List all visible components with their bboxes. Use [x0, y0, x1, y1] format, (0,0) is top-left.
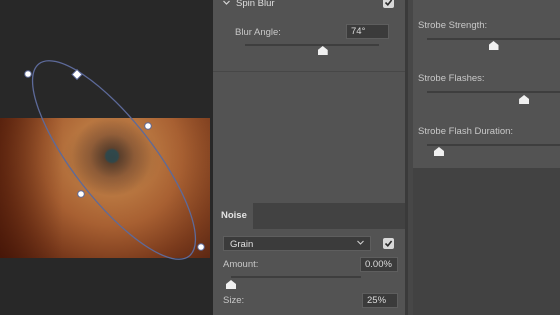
- size-label: Size:: [223, 295, 245, 306]
- strobe-panel: [408, 0, 560, 315]
- strobe-flashes-slider-track[interactable]: [427, 91, 560, 93]
- noise-enable-checkbox[interactable]: [383, 238, 394, 249]
- spin-blur-overlay[interactable]: [0, 0, 213, 315]
- amount-slider-track[interactable]: [231, 276, 361, 278]
- blur-angle-label: Blur Angle:: [235, 27, 281, 38]
- ellipse-handle-top-left[interactable]: [24, 70, 32, 78]
- strobe-flashes-label: Strobe Flashes:: [418, 73, 485, 84]
- blur-angle-field[interactable]: 74°: [346, 24, 389, 39]
- strobe-strength-slider-track[interactable]: [427, 38, 560, 40]
- strobe-strength-label: Strobe Strength:: [418, 20, 488, 31]
- chevron-down-icon: [356, 237, 365, 252]
- strobe-flash-duration-label: Strobe Flash Duration:: [418, 126, 514, 137]
- spin-blur-ellipse: [31, 60, 197, 260]
- checkmark-icon: [384, 240, 393, 248]
- noise-type-value: Grain: [230, 239, 254, 250]
- amount-field[interactable]: 0.00%: [360, 257, 398, 272]
- chevron-down-icon[interactable]: [222, 0, 231, 10]
- ellipse-handle-left[interactable]: [77, 190, 85, 198]
- document-canvas[interactable]: [0, 0, 213, 315]
- checkmark-icon: [384, 0, 393, 7]
- tab-noise[interactable]: Noise: [213, 203, 253, 229]
- ellipse-handle-bottom-right[interactable]: [197, 243, 205, 251]
- size-field[interactable]: 25%: [362, 293, 398, 308]
- ellipse-rotate-handle[interactable]: [71, 68, 83, 81]
- blur-angle-slider-track[interactable]: [245, 44, 379, 46]
- ellipse-handle-right[interactable]: [144, 122, 152, 130]
- section-divider: [213, 71, 405, 72]
- spin-blur-enable-checkbox[interactable]: [383, 0, 394, 8]
- strobe-flash-duration-slider-track[interactable]: [427, 144, 560, 146]
- noise-type-select[interactable]: Grain: [223, 236, 371, 251]
- amount-label: Amount:: [223, 259, 259, 270]
- spin-blur-section-title[interactable]: Spin Blur: [236, 0, 275, 9]
